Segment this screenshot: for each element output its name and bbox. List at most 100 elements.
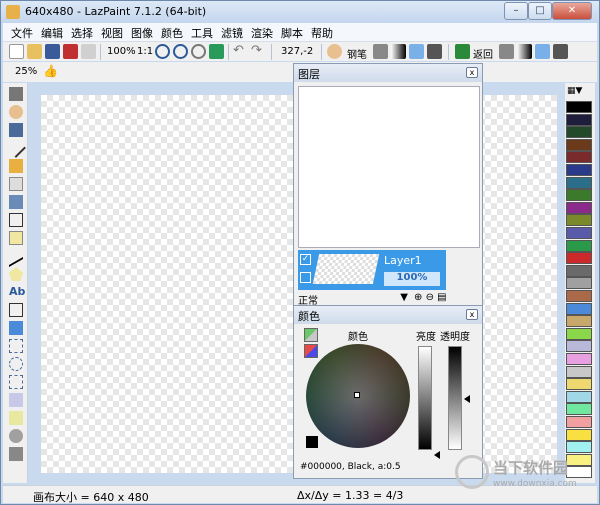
layer-name[interactable]: Layer1 — [384, 254, 422, 267]
menu-file[interactable]: 文件 — [11, 25, 33, 41]
crop-tool-icon[interactable] — [9, 447, 23, 461]
palette-swatch[interactable] — [566, 151, 592, 164]
layer-opacity[interactable]: 100% — [384, 272, 440, 286]
rectangle-tool-icon[interactable] — [9, 231, 23, 245]
palette-swatch[interactable] — [566, 403, 592, 416]
palette-swatch[interactable] — [566, 365, 592, 378]
eraser-tool-icon[interactable] — [9, 177, 23, 191]
select-pen-icon[interactable] — [9, 411, 23, 425]
open-folder-icon[interactable] — [27, 44, 42, 59]
gradient-icon[interactable] — [391, 44, 406, 59]
palette-swatch[interactable] — [566, 378, 592, 391]
palette-swatch[interactable] — [566, 302, 592, 315]
text-tool-icon[interactable]: Ab — [9, 285, 25, 299]
color-wheel-cursor[interactable] — [354, 392, 360, 398]
brush-icon[interactable] — [373, 44, 388, 59]
hand-icon[interactable] — [327, 44, 342, 59]
fill-brush-icon[interactable] — [499, 44, 514, 59]
layer-row[interactable]: ✓ Layer1 100% — [298, 250, 446, 290]
swap-colors-icon[interactable] — [304, 344, 318, 358]
palette-swatch[interactable] — [566, 176, 592, 189]
minimize-button[interactable]: – — [504, 2, 528, 20]
hand-tool-icon[interactable] — [9, 105, 23, 119]
select-ellipse-icon[interactable] — [9, 357, 23, 371]
grid-tool-icon[interactable] — [9, 87, 23, 101]
palette-swatch[interactable] — [566, 126, 592, 139]
select-hand-icon[interactable] — [9, 429, 23, 443]
palette-swatch[interactable] — [566, 164, 592, 176]
zoom-out-icon[interactable] — [173, 44, 188, 59]
fill-gradient-icon[interactable] — [517, 44, 532, 59]
brightness-slider[interactable] — [418, 346, 432, 450]
zoom-small-value[interactable]: 25% — [15, 66, 37, 77]
palette-swatch[interactable] — [566, 101, 592, 113]
color-panel-close[interactable]: x — [466, 309, 478, 320]
pen-tool-icon[interactable] — [6, 138, 26, 158]
menu-view[interactable]: 视图 — [101, 25, 123, 41]
perspective-tool-icon[interactable] — [9, 321, 23, 335]
palette-swatch[interactable] — [566, 189, 592, 202]
merge-layer-icon[interactable]: ▤ — [437, 292, 446, 303]
palette-swatch[interactable] — [566, 227, 592, 239]
palette-swatch[interactable] — [566, 264, 592, 277]
color-wheel[interactable] — [306, 344, 410, 448]
opacity-slider[interactable] — [448, 346, 462, 450]
opacity-handle[interactable] — [464, 395, 470, 403]
layers-list[interactable] — [298, 86, 480, 248]
palette-swatch[interactable] — [566, 340, 592, 353]
zoom-in-icon[interactable] — [155, 44, 170, 59]
fill-texture-icon[interactable] — [553, 44, 568, 59]
back-label[interactable]: 返回 — [473, 46, 493, 61]
menu-image[interactable]: 图像 — [131, 25, 153, 41]
palette-swatch[interactable] — [566, 214, 592, 227]
palette-swatch[interactable] — [566, 441, 592, 454]
palette-swatch[interactable] — [566, 113, 592, 126]
redo-icon[interactable]: ↷ — [251, 43, 262, 58]
pen-tool-label[interactable]: 钢笔 — [347, 46, 367, 61]
palette-menu-icon[interactable]: ▦▼ — [567, 86, 591, 98]
magic-wand-icon[interactable] — [9, 393, 23, 407]
palette-swatch[interactable] — [566, 390, 592, 403]
layers-panel-close[interactable]: x — [466, 67, 478, 78]
palette-swatch[interactable] — [566, 239, 592, 252]
palette-swatch[interactable] — [566, 290, 592, 302]
save-as-icon[interactable] — [63, 44, 78, 59]
zoom-ratio[interactable]: 1:1 — [137, 46, 153, 57]
layers-icon[interactable] — [209, 44, 224, 59]
layer-visible-checkbox[interactable]: ✓ — [300, 254, 311, 265]
fill-pattern-icon[interactable] — [535, 44, 550, 59]
blend-mode-select[interactable]: 正常 ▼ — [298, 292, 410, 307]
add-layer-icon[interactable]: ⊕ — [414, 292, 422, 303]
select-poly-icon[interactable] — [9, 375, 23, 389]
menu-color[interactable]: 颜色 — [161, 25, 183, 41]
color-picker-icon[interactable] — [9, 123, 23, 137]
palette-swatch[interactable] — [566, 353, 592, 365]
save-icon[interactable] — [45, 44, 60, 59]
menu-help[interactable]: 帮助 — [311, 25, 333, 41]
curve-tool-icon[interactable] — [9, 244, 23, 268]
pattern-icon[interactable] — [409, 44, 424, 59]
palette-swatch[interactable] — [566, 138, 592, 151]
close-button[interactable]: ✕ — [552, 2, 592, 20]
deform-tool-icon[interactable] — [9, 303, 23, 317]
palette-swatch[interactable] — [566, 428, 592, 441]
zoom-fit-icon[interactable] — [191, 44, 206, 59]
current-color-swatch[interactable] — [306, 436, 318, 448]
zoom-value[interactable]: 100% — [107, 46, 136, 57]
menu-tools[interactable]: 工具 — [191, 25, 213, 41]
menu-filters[interactable]: 滤镜 — [221, 25, 243, 41]
palette-swatch[interactable] — [566, 416, 592, 428]
undo-icon[interactable]: ↶ — [233, 43, 244, 58]
menu-edit[interactable]: 编辑 — [41, 25, 63, 41]
palette-swatch[interactable] — [566, 252, 592, 265]
polygon-tool-icon[interactable] — [9, 267, 23, 281]
brightness-handle[interactable] — [434, 451, 440, 459]
menu-render[interactable]: 渲染 — [251, 25, 273, 41]
palette-swatch[interactable] — [566, 277, 592, 290]
color-mode-icon[interactable] — [304, 328, 318, 342]
remove-layer-icon[interactable]: ⊖ — [426, 292, 434, 303]
menu-script[interactable]: 脚本 — [281, 25, 303, 41]
menu-select[interactable]: 选择 — [71, 25, 93, 41]
palette-swatch[interactable] — [566, 315, 592, 328]
copy-icon[interactable] — [81, 44, 96, 59]
